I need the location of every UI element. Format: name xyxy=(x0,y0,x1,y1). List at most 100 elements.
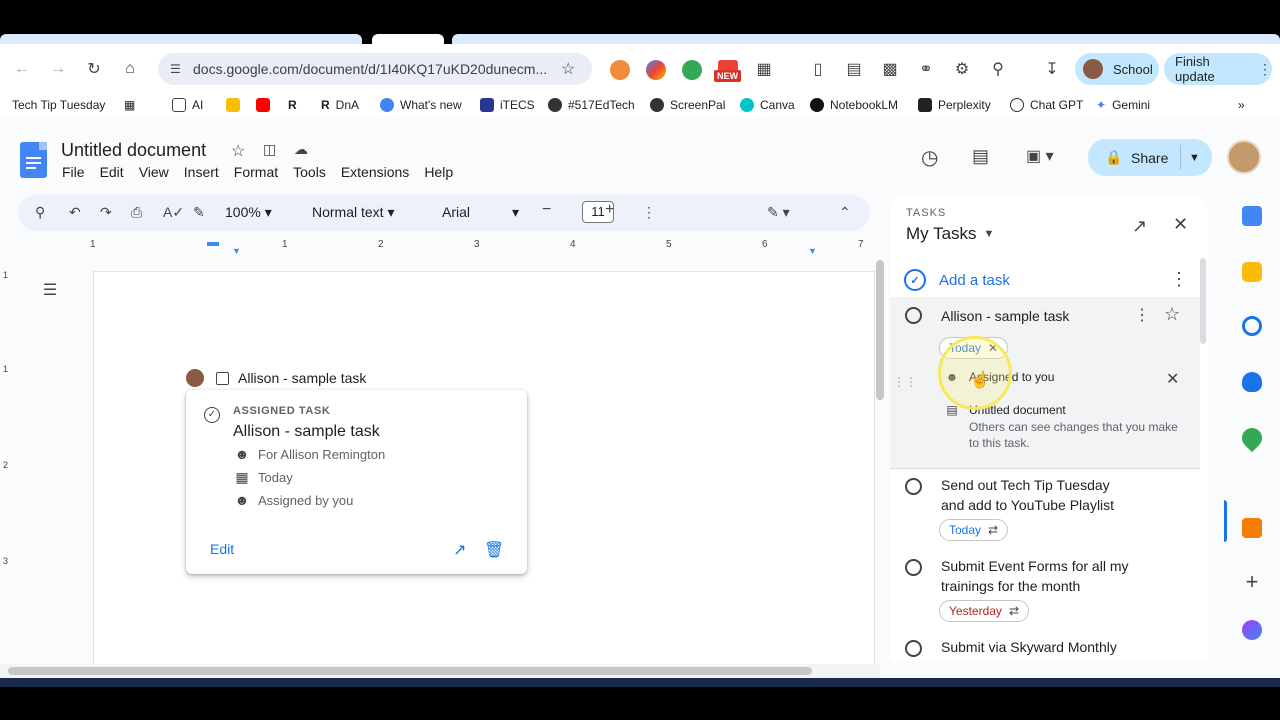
tasks-scrollbar[interactable] xyxy=(1200,258,1206,344)
docs-logo-icon[interactable] xyxy=(20,142,47,178)
qr-icon[interactable]: ▩ xyxy=(876,55,904,83)
right-margin-marker[interactable]: ▼ xyxy=(808,246,817,256)
print-icon[interactable]: ⎙ xyxy=(131,204,142,221)
delete-icon[interactable]: 🗑 xyxy=(484,540,504,559)
bookmarks-overflow-icon[interactable]: » xyxy=(1238,98,1245,112)
more-options-icon[interactable]: ⋮ xyxy=(642,204,656,221)
overdue-date-chip[interactable]: Yesterday ⇄ xyxy=(939,600,1029,622)
complete-task-checkbox[interactable] xyxy=(905,559,922,576)
download-icon[interactable]: ↧ xyxy=(1038,55,1066,83)
finish-update-button[interactable]: Finish update ⋮ xyxy=(1164,53,1272,85)
bookmark-notebooklm[interactable]: NotebookLM xyxy=(810,98,898,112)
complete-task-checkbox[interactable] xyxy=(905,640,922,657)
meet-icon[interactable]: ▣ ▾ xyxy=(1026,146,1054,166)
bookmark-dna[interactable]: R DnA xyxy=(321,98,359,112)
search-menus-icon[interactable]: ⚲ xyxy=(35,204,45,221)
profile-button[interactable]: School xyxy=(1075,53,1159,85)
edit-task-button[interactable]: Edit xyxy=(210,541,234,557)
menu-view[interactable]: View xyxy=(139,164,169,180)
bookmark-chatgpt[interactable]: Chat GPT xyxy=(1010,98,1083,112)
extension-icon[interactable] xyxy=(610,60,630,80)
search-page-icon[interactable]: ⚲ xyxy=(984,55,1012,83)
complete-task-checkbox[interactable] xyxy=(905,307,922,324)
reload-icon[interactable]: ↻ xyxy=(80,55,108,83)
task-list-selector[interactable]: My Tasks ▼ xyxy=(906,224,994,244)
apps-grid-icon[interactable]: ▦ xyxy=(124,98,135,112)
menu-file[interactable]: File xyxy=(62,164,85,180)
share-button[interactable]: 🔒 Share ▼ xyxy=(1088,139,1212,176)
open-in-new-icon[interactable]: ↗ xyxy=(1132,216,1147,237)
cloud-status-icon[interactable]: ☁ xyxy=(294,141,308,158)
complete-task-checkbox[interactable] xyxy=(905,478,922,495)
kebab-menu-icon[interactable]: ⋮ xyxy=(1258,61,1272,78)
site-info-icon[interactable]: ☰ xyxy=(170,62,181,76)
star-icon[interactable]: ☆ xyxy=(1164,304,1180,325)
date-chip[interactable]: Today ⇄ xyxy=(939,519,1009,541)
decrease-font-icon[interactable]: − xyxy=(542,201,551,219)
menu-format[interactable]: Format xyxy=(234,164,278,180)
bookmark-drive[interactable] xyxy=(226,98,246,112)
browser-tab[interactable] xyxy=(452,34,1280,44)
reading-mode-icon[interactable]: ▯ xyxy=(804,55,832,83)
share-dropdown-icon[interactable]: ▼ xyxy=(1189,152,1200,164)
font-select[interactable]: Arial ▾ xyxy=(442,204,519,221)
task-more-icon[interactable]: ⋮ xyxy=(1134,305,1150,325)
browser-tab[interactable] xyxy=(0,34,362,44)
left-margin-marker[interactable]: ▼ xyxy=(232,246,241,256)
task-title[interactable]: Allison - sample task xyxy=(941,306,1069,326)
add-task-button[interactable]: ✓ Add a task xyxy=(904,269,1010,291)
bookmark-screenpal[interactable]: ScreenPal xyxy=(650,98,725,112)
account-avatar[interactable] xyxy=(1227,140,1261,174)
extension-icon[interactable] xyxy=(646,60,666,80)
horizontal-scrollbar[interactable] xyxy=(0,664,880,678)
hide-menus-icon[interactable]: ⌃ xyxy=(839,204,851,221)
bookmark-gemini[interactable]: ✦ Gemini xyxy=(1096,98,1150,112)
gemini-app-icon[interactable] xyxy=(1242,620,1262,640)
menu-edit[interactable]: Edit xyxy=(100,164,124,180)
document-scrollbar[interactable] xyxy=(876,260,884,400)
menu-insert[interactable]: Insert xyxy=(184,164,219,180)
undo-icon[interactable]: ↶ xyxy=(69,204,81,221)
more-options-icon[interactable]: ⋮ xyxy=(1170,269,1188,290)
increase-font-icon[interactable]: + xyxy=(605,201,614,219)
tasks-app-icon[interactable] xyxy=(1242,316,1262,336)
zoom-select[interactable]: 100% ▾ xyxy=(225,204,272,221)
open-in-new-icon[interactable]: ↗ xyxy=(453,540,471,559)
task-title[interactable]: Send out Tech Tip Tuesday and add to You… xyxy=(941,475,1131,515)
bookmark-r[interactable]: R xyxy=(288,98,297,112)
document-title[interactable]: Untitled document xyxy=(61,140,206,161)
bookmark-tech-tip[interactable]: Tech Tip Tuesday xyxy=(12,98,105,112)
style-select[interactable]: Normal text ▾ xyxy=(312,204,395,221)
task-title[interactable]: Submit via Skyward Monthly xyxy=(941,637,1131,657)
document-outline-icon[interactable]: ☰ xyxy=(33,276,67,304)
task-smart-chip[interactable]: Allison - sample task xyxy=(186,369,366,387)
extension-icon[interactable] xyxy=(682,60,702,80)
get-addons-icon[interactable]: + xyxy=(1242,571,1262,593)
indent-marker[interactable] xyxy=(207,242,219,246)
keep-app-icon[interactable] xyxy=(1242,262,1262,282)
spellcheck-icon[interactable]: A✓ xyxy=(163,204,184,221)
scrollbar-thumb[interactable] xyxy=(8,667,812,675)
bookmark-517edtech[interactable]: #517EdTech xyxy=(548,98,635,112)
browser-tab-active[interactable] xyxy=(372,34,444,44)
bookmark-canva[interactable]: Canva xyxy=(740,98,795,112)
menu-extensions[interactable]: Extensions xyxy=(341,164,409,180)
drag-handle-icon[interactable]: ⋮⋮ xyxy=(893,375,917,389)
address-bar[interactable]: ☰ docs.google.com/document/d/1I40KQ17uKD… xyxy=(158,53,592,85)
bookmark-whats-new[interactable]: What's new xyxy=(380,98,462,112)
redo-icon[interactable]: ↷ xyxy=(100,204,112,221)
puzzle-icon[interactable]: ▦ xyxy=(750,55,778,83)
contacts-app-icon[interactable] xyxy=(1242,372,1262,392)
task-title[interactable]: Submit Event Forms for all my trainings … xyxy=(941,556,1131,596)
selected-task[interactable]: Allison - sample task ⋮ ☆ Today ✕ ⋮⋮ ☻ Ass… xyxy=(890,297,1200,469)
menu-tools[interactable]: Tools xyxy=(293,164,326,180)
task-checkbox[interactable] xyxy=(216,371,229,385)
version-history-icon[interactable]: ◷ xyxy=(921,145,938,170)
bookmark-youtube[interactable] xyxy=(256,98,276,112)
home-icon[interactable]: ⌂ xyxy=(116,55,144,83)
calendar-app-icon[interactable] xyxy=(1242,206,1262,226)
maps-app-icon[interactable] xyxy=(1237,423,1267,453)
bookmark-perplexity[interactable]: Perplexity xyxy=(918,98,991,112)
close-icon[interactable]: ✕ xyxy=(1173,214,1188,235)
editing-mode-icon[interactable]: ✎ ▾ xyxy=(767,204,790,221)
